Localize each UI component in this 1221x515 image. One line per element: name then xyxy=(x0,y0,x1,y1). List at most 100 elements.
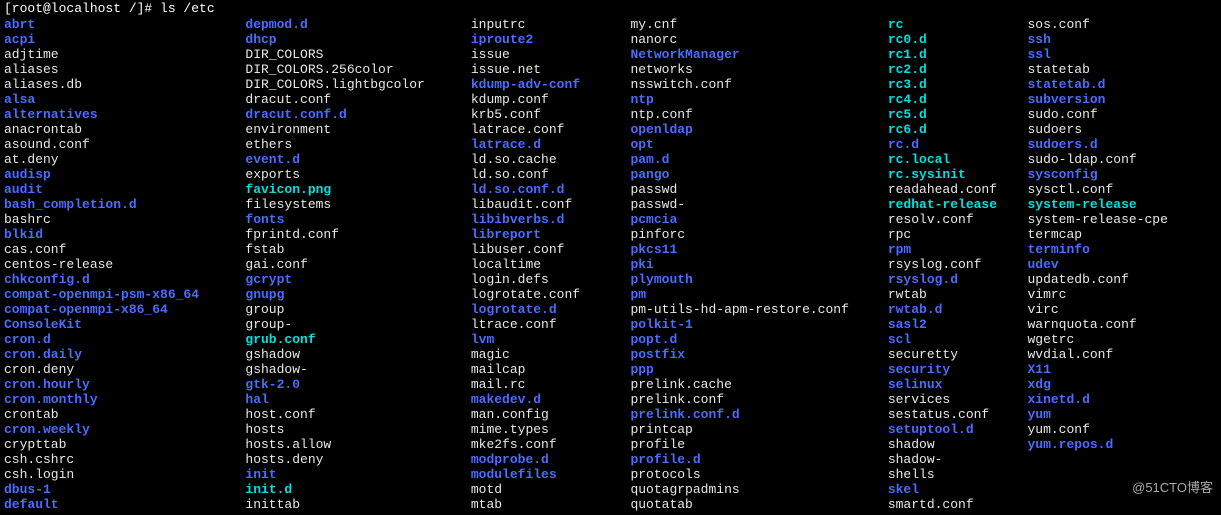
file-entry: issue.net xyxy=(471,63,631,78)
file-entry: polkit-1 xyxy=(630,318,887,333)
file-entry: opt xyxy=(630,138,887,153)
file-entry: host.conf xyxy=(245,408,470,423)
file-entry: rpm xyxy=(888,243,1028,258)
file-entry: resolv.conf xyxy=(888,213,1028,228)
file-entry: mailcap xyxy=(471,363,631,378)
file-entry: cron.hourly xyxy=(4,378,245,393)
file-entry: mke2fs.conf xyxy=(471,438,631,453)
file-entry: audit xyxy=(4,183,245,198)
file-entry: pm-utils-hd-apm-restore.conf xyxy=(630,303,887,318)
listing-column: sos.confsshsslstatetabstatetab.dsubversi… xyxy=(1027,18,1217,513)
file-entry: updatedb.conf xyxy=(1027,273,1217,288)
watermark: @51CTO博客 xyxy=(1132,481,1213,496)
file-entry: rsyslog.d xyxy=(888,273,1028,288)
file-entry: inittab xyxy=(245,498,470,513)
file-entry: pm xyxy=(630,288,887,303)
file-entry: cron.daily xyxy=(4,348,245,363)
file-entry: passwd xyxy=(630,183,887,198)
file-entry: rc4.d xyxy=(888,93,1028,108)
file-entry: rpc xyxy=(888,228,1028,243)
file-entry: profile xyxy=(630,438,887,453)
file-entry: dracut.conf.d xyxy=(245,108,470,123)
file-entry: gshadow xyxy=(245,348,470,363)
file-entry: chkconfig.d xyxy=(4,273,245,288)
file-entry: services xyxy=(888,393,1028,408)
file-entry: man.config xyxy=(471,408,631,423)
file-entry: acpi xyxy=(4,33,245,48)
file-entry: smartd.conf xyxy=(888,498,1028,513)
file-entry: mtab xyxy=(471,498,631,513)
file-entry: plymouth xyxy=(630,273,887,288)
file-entry: hosts xyxy=(245,423,470,438)
file-entry: cron.weekly xyxy=(4,423,245,438)
file-entry: krb5.conf xyxy=(471,108,631,123)
file-entry: libuser.conf xyxy=(471,243,631,258)
file-entry: sestatus.conf xyxy=(888,408,1028,423)
file-entry: selinux xyxy=(888,378,1028,393)
file-entry: cron.d xyxy=(4,333,245,348)
file-entry: pki xyxy=(630,258,887,273)
file-entry: modulefiles xyxy=(471,468,631,483)
file-entry: magic xyxy=(471,348,631,363)
file-entry: sudoers xyxy=(1027,123,1217,138)
file-entry: skel xyxy=(888,483,1028,498)
file-entry: rwtab xyxy=(888,288,1028,303)
file-entry: environment xyxy=(245,123,470,138)
file-entry: rsyslog.conf xyxy=(888,258,1028,273)
file-entry: shadow- xyxy=(888,453,1028,468)
file-entry: readahead.conf xyxy=(888,183,1028,198)
file-entry: pcmcia xyxy=(630,213,887,228)
file-entry: securetty xyxy=(888,348,1028,363)
file-entry: compat-openmpi-x86_64 xyxy=(4,303,245,318)
file-entry: security xyxy=(888,363,1028,378)
file-entry: nsswitch.conf xyxy=(630,78,887,93)
file-entry: protocols xyxy=(630,468,887,483)
file-entry: hal xyxy=(245,393,470,408)
file-entry: gcrypt xyxy=(245,273,470,288)
file-entry: X11 xyxy=(1027,363,1217,378)
file-entry: rc.d xyxy=(888,138,1028,153)
file-entry: alsa xyxy=(4,93,245,108)
file-entry: exports xyxy=(245,168,470,183)
file-entry: pinforc xyxy=(630,228,887,243)
file-entry: wvdial.conf xyxy=(1027,348,1217,363)
file-entry: statetab xyxy=(1027,63,1217,78)
file-entry: hosts.allow xyxy=(245,438,470,453)
file-entry: prelink.cache xyxy=(630,378,887,393)
file-entry: my.cnf xyxy=(630,18,887,33)
file-entry: init xyxy=(245,468,470,483)
file-entry: lvm xyxy=(471,333,631,348)
file-entry: DIR_COLORS.256color xyxy=(245,63,470,78)
file-entry: pango xyxy=(630,168,887,183)
file-entry: DIR_COLORS.lightbgcolor xyxy=(245,78,470,93)
file-entry: nanorc xyxy=(630,33,887,48)
listing-column: my.cnfnanorcNetworkManagernetworksnsswit… xyxy=(630,18,887,513)
file-entry: system-release-cpe xyxy=(1027,213,1217,228)
file-entry: makedev.d xyxy=(471,393,631,408)
file-entry: favicon.png xyxy=(245,183,470,198)
file-entry: yum.conf xyxy=(1027,423,1217,438)
file-entry: bash_completion.d xyxy=(4,198,245,213)
file-entry: gai.conf xyxy=(245,258,470,273)
file-entry: event.d xyxy=(245,153,470,168)
listing-column: inputrciproute2issueissue.netkdump-adv-c… xyxy=(471,18,631,513)
file-entry: at.deny xyxy=(4,153,245,168)
file-entry: sudoers.d xyxy=(1027,138,1217,153)
file-entry: rc xyxy=(888,18,1028,33)
file-entry: ld.so.conf.d xyxy=(471,183,631,198)
file-entry: printcap xyxy=(630,423,887,438)
file-entry: dracut.conf xyxy=(245,93,470,108)
file-entry: prelink.conf.d xyxy=(630,408,887,423)
file-entry: shadow xyxy=(888,438,1028,453)
file-entry: udev xyxy=(1027,258,1217,273)
file-entry: logrotate.conf xyxy=(471,288,631,303)
file-entry: filesystems xyxy=(245,198,470,213)
file-entry: default xyxy=(4,498,245,513)
file-entry: abrt xyxy=(4,18,245,33)
file-entry: ltrace.conf xyxy=(471,318,631,333)
file-entry: ssl xyxy=(1027,48,1217,63)
terminal-output: [root@localhost /]# ls /etc abrtacpiadjt… xyxy=(0,0,1221,515)
file-entry: quotatab xyxy=(630,498,887,513)
file-entry: ppp xyxy=(630,363,887,378)
file-entry: yum.repos.d xyxy=(1027,438,1217,453)
